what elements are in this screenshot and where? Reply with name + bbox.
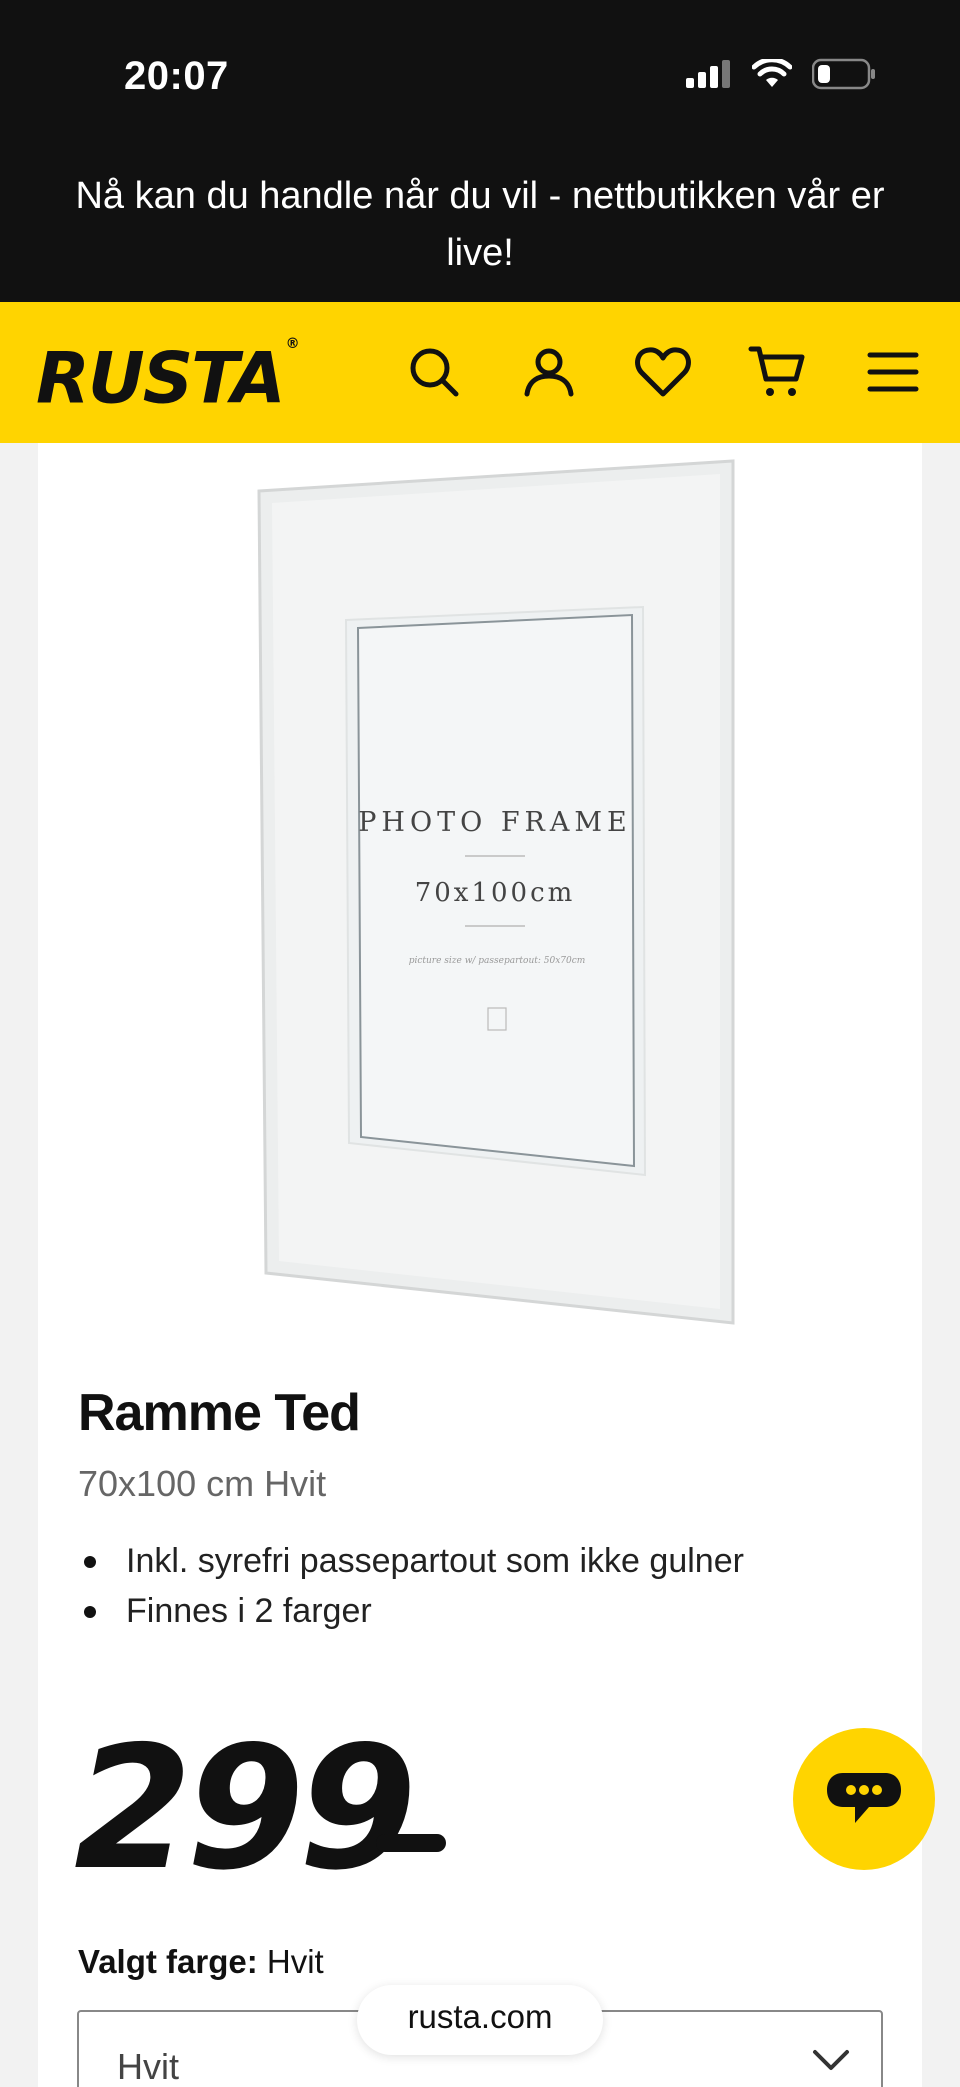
product-price: 299 [74, 1710, 417, 1908]
selected-color-label: Valgt farge: [78, 1943, 258, 1980]
search-icon[interactable] [402, 340, 466, 404]
color-select-value: Hvit [117, 2046, 179, 2087]
announcement-banner: Nå kan du handle når du vil - nettbutikk… [0, 150, 960, 302]
price-dash [376, 1834, 446, 1852]
list-item: Inkl. syrefri passepartout som ikke guln… [78, 1536, 744, 1586]
menu-icon[interactable] [861, 340, 925, 404]
rusta-logo[interactable]: RUSTA ® [36, 334, 300, 420]
site-header: RUSTA ® [0, 302, 960, 443]
feature-list: Inkl. syrefri passepartout som ikke guln… [78, 1536, 744, 1636]
status-icons [686, 58, 876, 90]
frame-text-title: PHOTO FRAME [358, 807, 632, 838]
chat-button[interactable] [793, 1728, 935, 1870]
account-icon[interactable] [517, 340, 581, 404]
status-bar: 20:07 [0, 0, 960, 150]
selected-color-value: Hvit [266, 1943, 324, 1980]
selected-color: Valgt farge: Hvit [78, 1943, 324, 1981]
list-item: Finnes i 2 farger [78, 1586, 744, 1636]
heart-icon[interactable] [631, 340, 695, 404]
wifi-icon [752, 59, 792, 87]
frame-text-size: 70x100cm [415, 878, 576, 908]
signal-icon [686, 60, 730, 88]
product-title: Ramme Ted [78, 1384, 361, 1442]
product-subtitle: 70x100 cm Hvit [78, 1463, 327, 1504]
chevron-down-icon [813, 2050, 849, 2070]
battery-icon [812, 58, 875, 90]
product-card: PHOTO FRAME 70x100cm picture size w/ pas… [38, 443, 922, 2087]
logo-text: RUSTA [36, 337, 286, 420]
status-time: 20:07 [124, 54, 229, 98]
chat-icon [827, 1773, 901, 1823]
cart-icon[interactable] [745, 340, 809, 404]
logo-mark: ® [285, 336, 300, 352]
url-bar[interactable]: rusta.com [357, 1985, 603, 2055]
frame-text-caption: picture size w/ passepartout: 50x70cm [409, 956, 586, 966]
product-image[interactable]: PHOTO FRAME 70x100cm picture size w/ pas… [218, 443, 778, 1343]
